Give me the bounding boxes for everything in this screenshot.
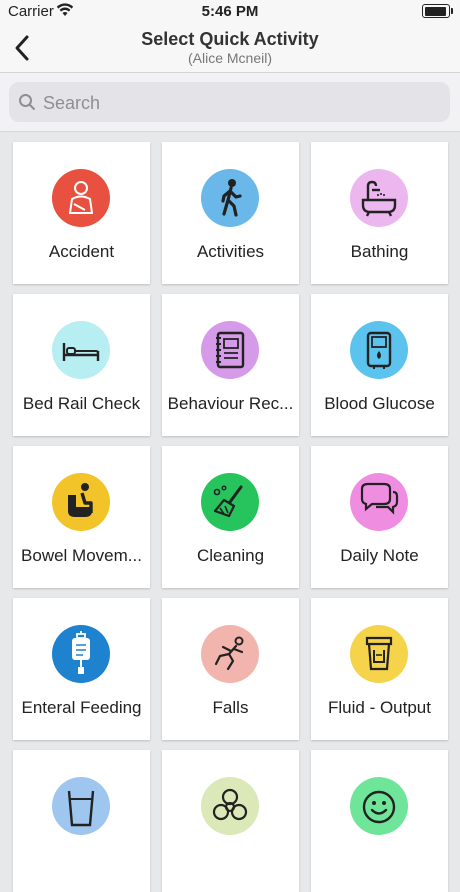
activity-tile[interactable] xyxy=(311,750,448,892)
notebook-icon xyxy=(201,321,259,379)
activity-label: Bathing xyxy=(350,242,409,261)
falling-person-icon xyxy=(201,625,259,683)
battery-fill xyxy=(424,6,446,16)
status-bar: Carrier 5:46 PM xyxy=(0,0,460,24)
broom-icon xyxy=(201,473,259,531)
search-bar xyxy=(0,73,460,132)
biohazard-icon xyxy=(201,777,259,835)
page-title: Select Quick Activity xyxy=(141,29,319,49)
search-input[interactable] xyxy=(41,82,445,124)
accident-icon xyxy=(52,169,110,227)
navigation-bar: Select Quick Activity (Alice Mcneil) xyxy=(0,24,460,73)
search-box[interactable] xyxy=(9,82,450,124)
speech-bubbles-icon xyxy=(350,473,408,531)
glucose-meter-icon xyxy=(350,321,408,379)
activity-tile[interactable]: Cleaning xyxy=(162,446,299,588)
activity-label: Daily Note xyxy=(340,546,419,565)
iv-bag-icon xyxy=(52,625,110,683)
activity-tile[interactable]: Bed Rail Check xyxy=(13,294,150,436)
activity-tile[interactable]: Enteral Feeding xyxy=(13,598,150,740)
activity-label: Accident xyxy=(48,242,115,261)
page-subtitle: (Alice Mcneil) xyxy=(187,50,272,66)
activity-tile[interactable]: Bowel Movem... xyxy=(13,446,150,588)
activity-tile[interactable]: Fluid - Output xyxy=(311,598,448,740)
activity-tile[interactable]: Blood Glucose xyxy=(311,294,448,436)
glass-icon xyxy=(52,777,110,835)
container-icon xyxy=(350,625,408,683)
search-icon xyxy=(19,94,35,110)
smiley-icon xyxy=(350,777,408,835)
toilet-icon xyxy=(52,473,110,531)
activity-tile[interactable]: Bathing xyxy=(311,142,448,284)
activity-tile[interactable]: Accident xyxy=(13,142,150,284)
activity-tile[interactable] xyxy=(13,750,150,892)
activity-label: Enteral Feeding xyxy=(21,698,142,717)
activity-tile[interactable] xyxy=(162,750,299,892)
activity-label: Fluid - Output xyxy=(328,698,431,717)
battery-icon xyxy=(422,4,453,18)
bathtub-icon xyxy=(350,169,408,227)
activity-label: Bowel Movem... xyxy=(21,546,142,565)
activity-label: Activities xyxy=(196,242,265,261)
walking-person-icon xyxy=(201,169,259,227)
clock: 5:46 PM xyxy=(201,3,259,20)
activity-tile[interactable]: Behaviour Rec... xyxy=(162,294,299,436)
activity-label: Cleaning xyxy=(196,546,265,565)
activity-tile[interactable]: Daily Note xyxy=(311,446,448,588)
activity-label: Behaviour Rec... xyxy=(167,394,294,413)
activity-grid: Accident Activities Bathing Bed Rail Check B… xyxy=(13,142,448,892)
bed-icon xyxy=(52,321,110,379)
activity-label: Blood Glucose xyxy=(324,394,435,413)
activity-label: Falls xyxy=(212,698,249,717)
activity-label: Bed Rail Check xyxy=(22,394,141,413)
activity-tile[interactable]: Falls xyxy=(162,598,299,740)
activity-tile[interactable]: Activities xyxy=(162,142,299,284)
